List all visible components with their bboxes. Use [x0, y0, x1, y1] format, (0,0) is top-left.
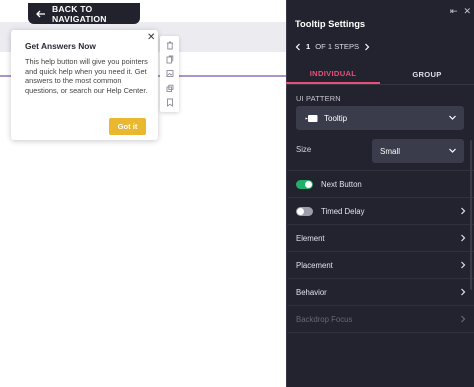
chevron-right-icon: [461, 207, 466, 215]
tab-group[interactable]: GROUP: [380, 64, 474, 84]
chevron-down-icon: [449, 148, 456, 153]
panel-window-controls: ⇤ ✕: [450, 6, 471, 17]
placement-label: Placement: [296, 260, 333, 270]
tooltip-preview: Get Answers Now ✕ This help button will …: [11, 30, 158, 140]
got-it-button[interactable]: Got it: [109, 118, 146, 135]
panel-scrollbar[interactable]: [470, 140, 472, 290]
panel-title: Tooltip Settings: [295, 18, 366, 29]
placement-row[interactable]: Placement: [286, 252, 474, 278]
timed-delay-row[interactable]: Timed Delay: [286, 198, 474, 224]
back-to-navigation-button[interactable]: BACK TO NAVIGATION: [28, 3, 140, 24]
trash-icon[interactable]: [166, 41, 174, 50]
chevron-right-icon[interactable]: [364, 43, 370, 51]
close-panel-icon[interactable]: ✕: [464, 6, 472, 17]
next-button-row[interactable]: Next Button: [286, 171, 474, 197]
timed-delay-label: Timed Delay: [321, 206, 365, 216]
tooltip-pattern-icon: [305, 114, 318, 122]
behavior-label: Behavior: [296, 287, 327, 297]
tooltip-body-text: This help button will give you pointers …: [25, 57, 148, 95]
chevron-right-icon: [461, 288, 466, 296]
size-value: Small: [380, 146, 401, 156]
arrow-left-icon: [36, 10, 45, 17]
behavior-row[interactable]: Behavior: [286, 279, 474, 305]
element-row[interactable]: Element: [286, 225, 474, 251]
chevron-left-icon[interactable]: [295, 43, 301, 51]
bookmark-icon[interactable]: [166, 98, 174, 108]
current-step: 1: [306, 42, 311, 51]
tooltip-settings-panel: ⇤ ✕ Tooltip Settings 1 OF 1 STEPS INDIVI…: [286, 0, 474, 387]
settings-tabs: INDIVIDUAL GROUP: [286, 64, 474, 85]
tooltip-title: Get Answers Now: [25, 41, 96, 51]
timed-delay-toggle[interactable]: [296, 206, 313, 216]
ui-pattern-value: Tooltip: [324, 113, 348, 123]
ui-pattern-label: UI PATTERN: [296, 94, 341, 103]
backdrop-focus-label: Backdrop Focus: [296, 314, 353, 324]
step-total: OF 1 STEPS: [315, 42, 360, 51]
close-icon[interactable]: ✕: [147, 33, 155, 43]
element-label: Element: [296, 233, 325, 243]
collapse-panel-icon[interactable]: ⇤: [450, 6, 458, 17]
copy-icon[interactable]: [166, 55, 174, 64]
next-button-toggle[interactable]: [296, 179, 313, 189]
image-icon[interactable]: [166, 69, 174, 78]
size-label: Size: [296, 145, 312, 154]
size-select[interactable]: Small: [372, 139, 464, 163]
duplicate-icon[interactable]: [166, 84, 174, 93]
element-mini-toolbar: [160, 36, 179, 112]
step-navigator: 1 OF 1 STEPS: [295, 42, 370, 51]
editor-canvas: BACK TO NAVIGATION Get Answers Now ✕ Thi…: [0, 0, 286, 387]
chevron-right-icon: [461, 234, 466, 242]
row-divider: [286, 332, 474, 333]
chevron-down-icon: [449, 115, 456, 120]
back-to-navigation-label: BACK TO NAVIGATION: [52, 3, 107, 24]
chevron-right-icon: [461, 261, 466, 269]
tab-individual[interactable]: INDIVIDUAL: [286, 64, 380, 84]
next-button-label: Next Button: [321, 179, 362, 189]
chevron-right-icon: [461, 315, 466, 323]
backdrop-focus-row: Backdrop Focus: [286, 306, 474, 332]
ui-pattern-select[interactable]: Tooltip: [296, 106, 464, 130]
